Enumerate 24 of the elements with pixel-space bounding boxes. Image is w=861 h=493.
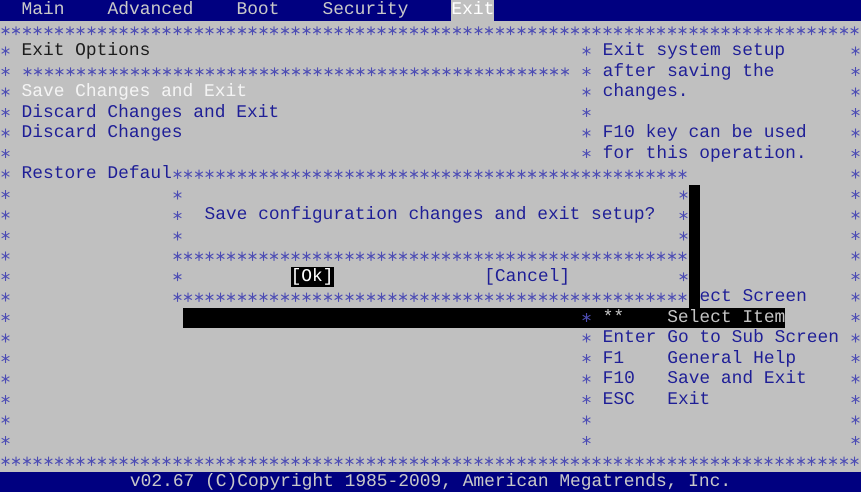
menu-tab[interactable]: Main (22, 0, 64, 20)
key-description: Save and Exit (667, 369, 807, 390)
key-label: F1 (602, 348, 626, 369)
key-label: F10 (602, 369, 636, 390)
key-description: Go to Sub Screen (667, 328, 839, 348)
dialog-message: Save configuration changes and exit setup? (204, 205, 656, 225)
help-text: F10 key can be used for this operation. (602, 123, 808, 164)
key-description: Select Item (667, 308, 786, 328)
menu-item[interactable]: Discard Changes (22, 123, 183, 143)
help-text: Exit system setup after saving the changes. (602, 41, 786, 102)
menu-item[interactable]: Restore Defaul (22, 164, 172, 184)
panel-title: Exit Options (22, 41, 150, 62)
dialog-button[interactable]: [Cancel] (484, 266, 570, 287)
menu-tab[interactable]: Boot (236, 0, 280, 20)
key-description: Exit (667, 390, 710, 410)
copyright-text: v02.67 (C)Copyright 1985-2009, American Megatrends, Inc. (130, 472, 732, 492)
key-description: ect Screen (700, 287, 807, 308)
key-label: ESC (602, 390, 636, 410)
menu-tab[interactable]: Security (322, 0, 408, 20)
key-label: Enter (602, 328, 658, 348)
menu-item[interactable]: Discard Changes and Exit (22, 102, 280, 122)
dialog-button[interactable]: [Ok] (290, 266, 334, 287)
menu-tab[interactable]: Advanced (108, 0, 194, 20)
key-description: General Help (667, 348, 796, 369)
